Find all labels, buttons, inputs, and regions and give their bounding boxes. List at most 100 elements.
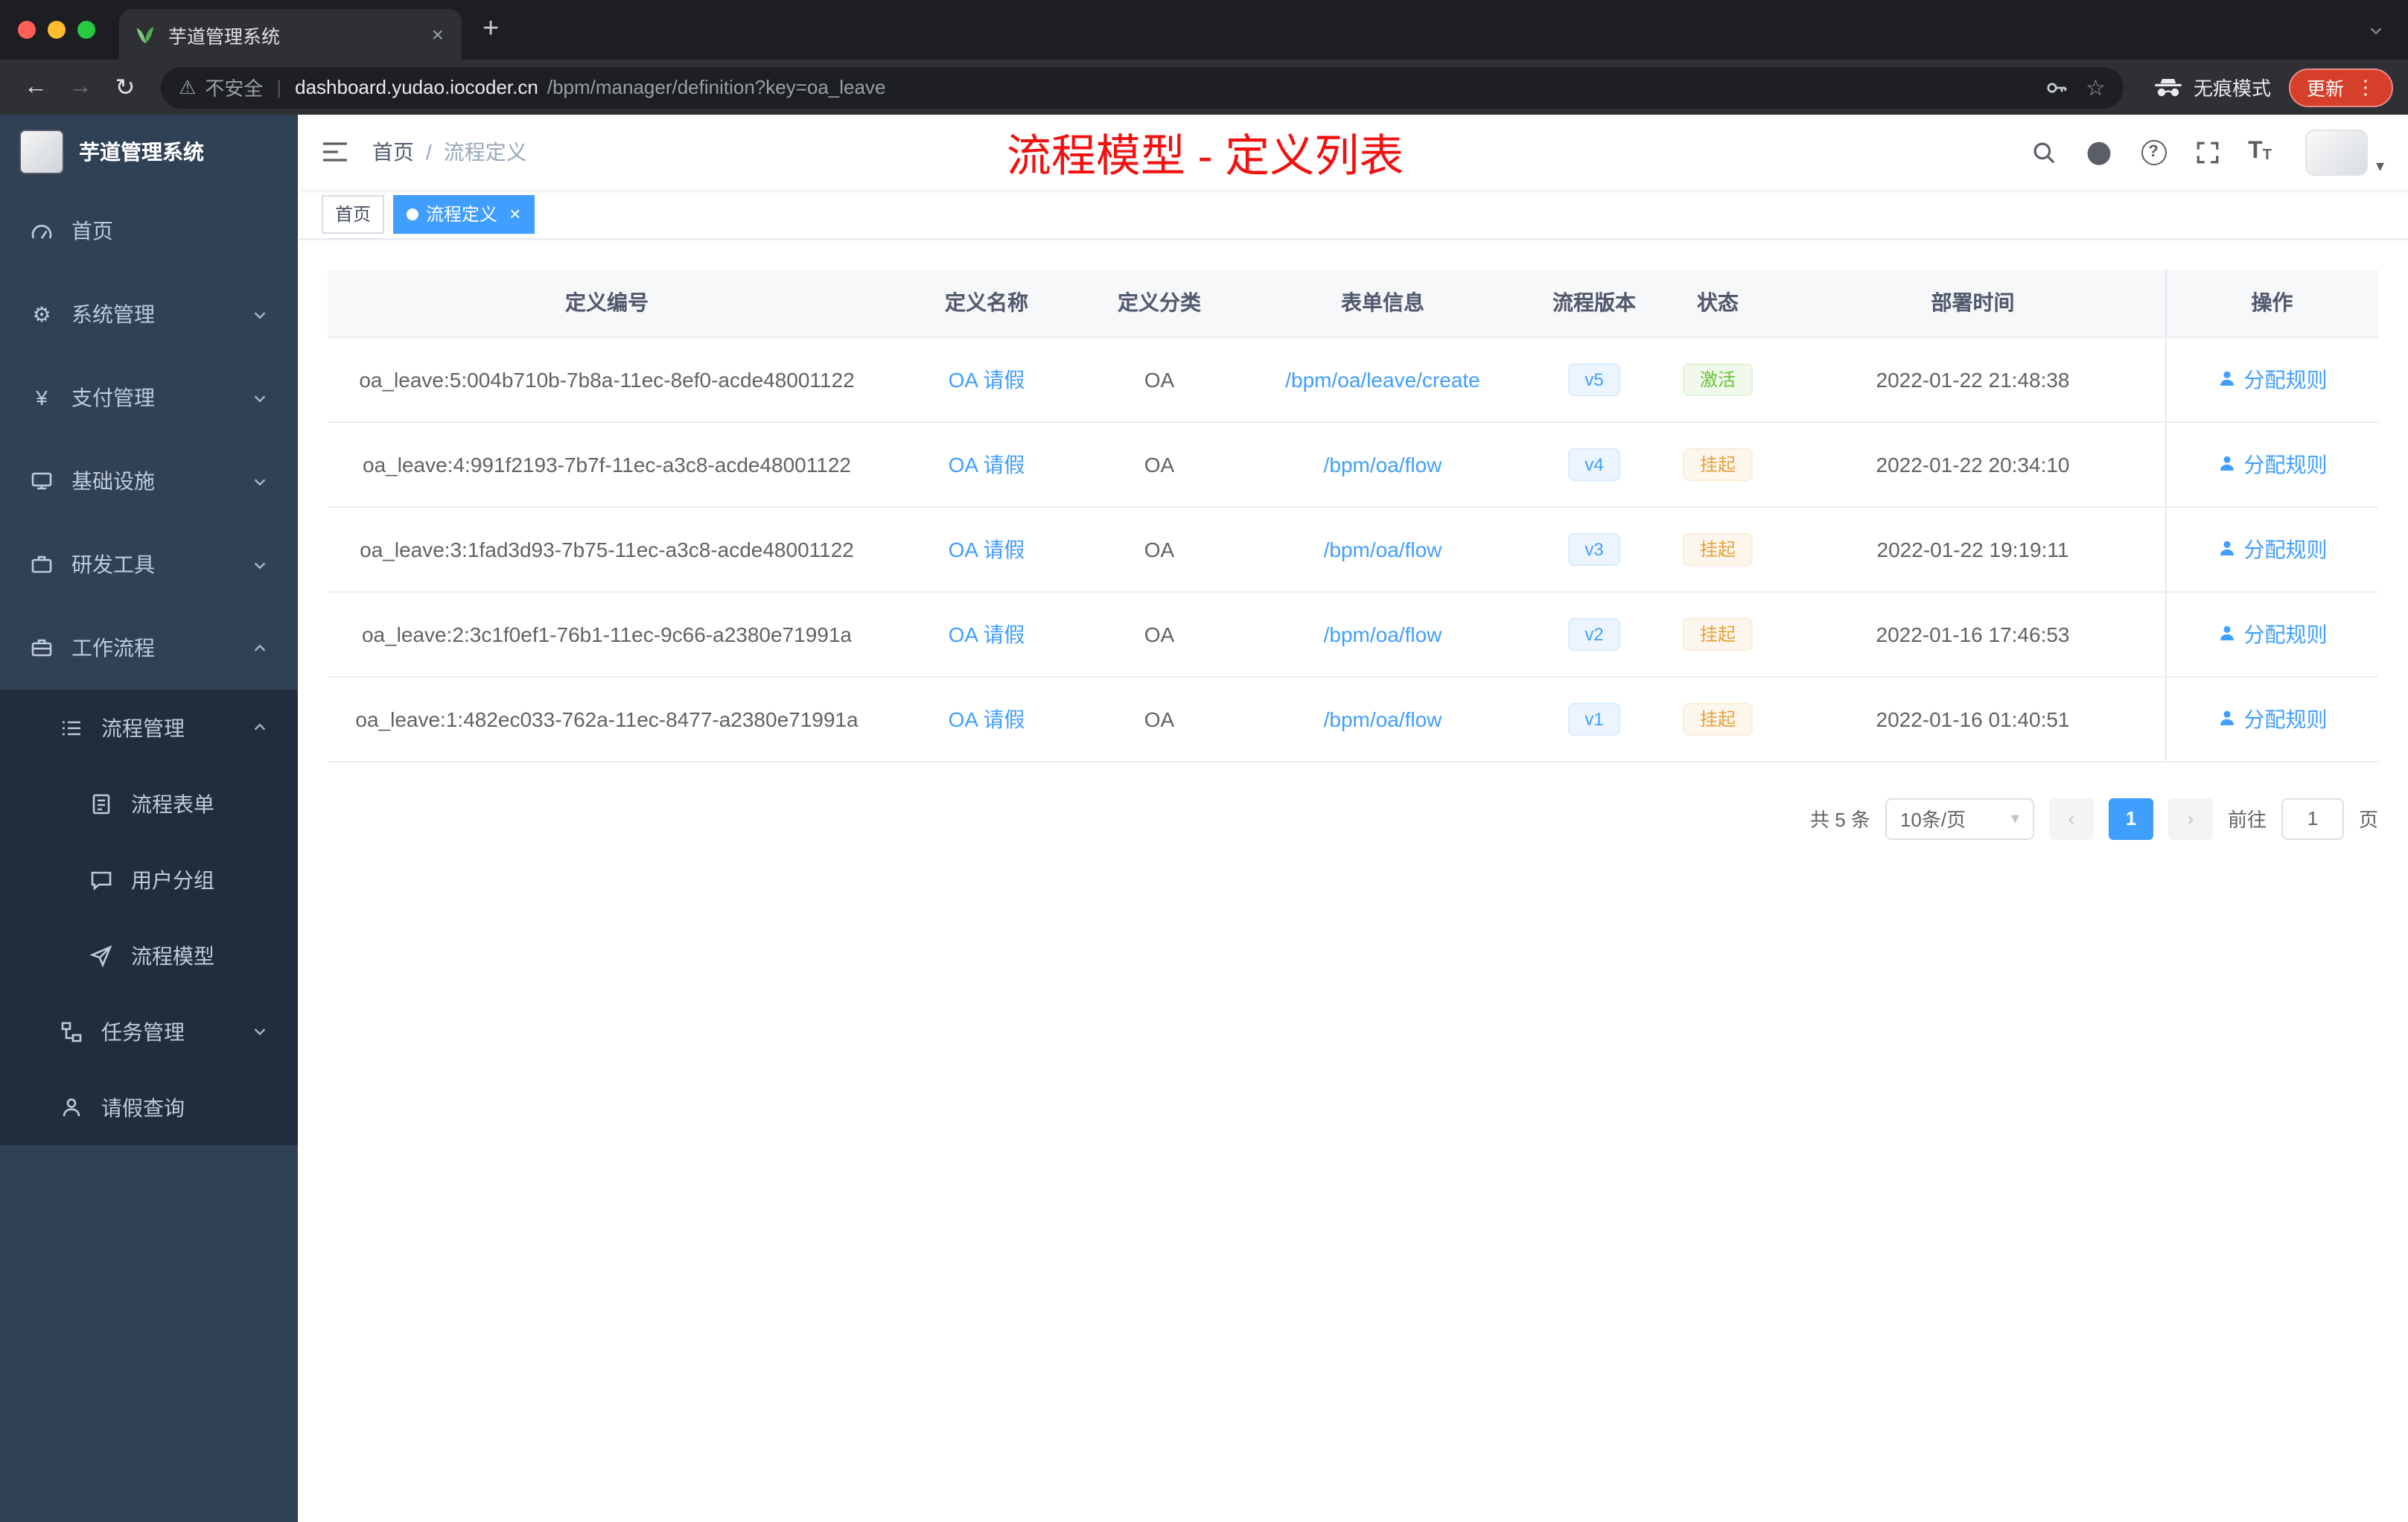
caret-down-icon: ▾ — [2375, 157, 2384, 175]
content-area: 定义编号 定义名称 定义分类 表单信息 流程版本 状态 部署时间 操作 oa_l — [298, 240, 2408, 1522]
fullscreen-icon[interactable] — [2194, 139, 2220, 165]
browser-update-button[interactable]: 更新 ⋮ — [2288, 68, 2393, 106]
font-size-icon[interactable]: TT — [2248, 139, 2272, 164]
browser-tab-strip: 芋道管理系统 × + — [0, 0, 2408, 60]
next-page-button[interactable]: › — [2167, 797, 2213, 839]
version-badge: v4 — [1568, 448, 1620, 480]
form-info-link[interactable]: /bpm/oa/flow — [1324, 707, 1442, 730]
assign-rule-link[interactable]: 分配规则 — [2217, 619, 2328, 649]
cell-definition-id: oa_leave:2:3c1f0ef1-76b1-11ec-9c66-a2380… — [328, 591, 886, 677]
cell-category: OA — [1087, 506, 1232, 592]
url-host[interactable]: dashboard.yudao.iocoder.cn — [295, 76, 538, 98]
sidebar-item-home[interactable]: 首页 — [0, 189, 298, 273]
chevron-down-icon — [2370, 27, 2382, 34]
caret-down-icon: ▾ — [2010, 810, 2019, 828]
security-label[interactable]: 不安全 — [205, 73, 263, 101]
screen: 芋道管理系统 × + ← → ↻ ⚠ 不安全 | dashboard.yudao… — [0, 0, 2408, 1522]
sidebar: 芋道管理系统 首页 ⚙ 系统管理 ¥ 支付管理 基础设施 研发工具 工作流程 流… — [0, 115, 298, 1522]
sidebar-logo[interactable]: 芋道管理系统 — [0, 115, 298, 189]
assign-rule-link[interactable]: 分配规则 — [2217, 704, 2328, 733]
browser-tab[interactable]: 芋道管理系统 × — [119, 9, 462, 60]
person-icon — [2220, 456, 2234, 471]
tab-close-icon[interactable]: × — [429, 22, 447, 46]
toolbox-icon — [31, 555, 52, 573]
cell-deploy-time: 2022-01-22 21:48:38 — [1781, 337, 2165, 422]
tag-process-definition[interactable]: 流程定义 × — [393, 194, 535, 233]
form-info-link[interactable]: /bpm/oa/flow — [1324, 622, 1442, 646]
status-badge: 挂起 — [1683, 702, 1752, 735]
form-info-link[interactable]: /bpm/oa/leave/create — [1285, 367, 1480, 391]
bookmark-star-icon[interactable]: ☆ — [2086, 74, 2106, 101]
document-icon — [92, 793, 110, 814]
forward-button[interactable]: → — [60, 74, 101, 101]
search-icon[interactable] — [2030, 139, 2056, 165]
window-zoom-button[interactable] — [77, 21, 95, 39]
incognito-badge: 无痕模式 — [2153, 73, 2271, 101]
browser-menu-icon[interactable]: ⋮ — [2356, 75, 2375, 99]
window-close-button[interactable] — [18, 21, 36, 39]
definition-name-link[interactable]: OA 请假 — [949, 537, 1025, 561]
definition-name-link[interactable]: OA 请假 — [949, 452, 1025, 476]
definition-name-link[interactable]: OA 请假 — [949, 622, 1025, 646]
sidebar-item-process-form[interactable]: 流程表单 — [0, 765, 298, 841]
security-warning-icon[interactable]: ⚠ — [179, 75, 196, 99]
org-chart-icon — [61, 1021, 82, 1042]
definition-name-link[interactable]: OA 请假 — [949, 367, 1025, 391]
sidebar-item-process-model[interactable]: 流程模型 — [0, 917, 298, 993]
active-tag-dot — [407, 208, 419, 220]
assign-rule-link[interactable]: 分配规则 — [2217, 364, 2328, 394]
sidebar-item-payment[interactable]: ¥ 支付管理 — [0, 356, 298, 439]
table-header-row: 定义编号 定义名称 定义分类 表单信息 流程版本 状态 部署时间 操作 — [328, 270, 2378, 337]
sidebar-item-workflow[interactable]: 工作流程 — [0, 606, 298, 690]
person-icon — [2220, 541, 2234, 555]
paper-plane-icon — [89, 944, 112, 967]
current-page-button[interactable]: 1 — [2108, 797, 2153, 839]
pagination-total: 共 5 条 — [1810, 809, 1870, 831]
tag-home[interactable]: 首页 — [322, 194, 385, 233]
sidebar-item-system[interactable]: ⚙ 系统管理 — [0, 273, 298, 356]
goto-page-input[interactable] — [2281, 797, 2344, 839]
tab-title: 芋道管理系统 — [168, 26, 281, 47]
help-icon[interactable]: ? — [2141, 139, 2167, 165]
address-bar[interactable]: ⚠ 不安全 | dashboard.yudao.iocoder.cn/bpm/m… — [161, 66, 2124, 108]
sidebar-collapse-icon[interactable] — [322, 140, 348, 164]
sidebar-item-infrastructure[interactable]: 基础设施 — [0, 439, 298, 523]
sidebar-item-task-management[interactable]: 任务管理 — [0, 993, 298, 1069]
breadcrumb-separator: / — [426, 140, 432, 164]
avatar[interactable] — [2305, 129, 2369, 175]
password-key-icon[interactable] — [2044, 75, 2068, 99]
version-badge: v1 — [1568, 702, 1620, 735]
version-badge: v2 — [1568, 617, 1620, 650]
cell-category: OA — [1087, 591, 1232, 677]
col-process-version: 流程版本 — [1534, 270, 1654, 337]
form-info-link[interactable]: /bpm/oa/flow — [1324, 452, 1442, 476]
assign-rule-link[interactable]: 分配规则 — [2217, 534, 2328, 564]
form-info-link[interactable]: /bpm/oa/flow — [1324, 537, 1442, 561]
page-size-select[interactable]: 10条/页 ▾ — [1885, 797, 2034, 839]
person-icon — [2220, 625, 2234, 640]
sidebar-item-user-group[interactable]: 用户分组 — [0, 841, 298, 917]
tag-close-icon[interactable]: × — [509, 203, 520, 225]
back-button[interactable]: ← — [15, 74, 57, 101]
new-tab-button[interactable]: + — [462, 13, 520, 46]
breadcrumb-home[interactable]: 首页 — [372, 137, 414, 167]
version-badge: v3 — [1568, 532, 1620, 565]
github-icon[interactable] — [2084, 138, 2112, 166]
reload-button[interactable]: ↻ — [104, 72, 146, 102]
sidebar-item-devtools[interactable]: 研发工具 — [0, 523, 298, 606]
url-path[interactable]: /bpm/manager/definition?key=oa_leave — [547, 76, 886, 98]
sidebar-item-leave-query[interactable]: 请假查询 — [0, 1069, 298, 1145]
omnibox-divider: | — [276, 76, 282, 98]
sidebar-item-process-management[interactable]: 流程管理 — [0, 690, 298, 765]
assign-rule-link[interactable]: 分配规则 — [2217, 449, 2328, 479]
page-unit-label: 页 — [2358, 809, 2378, 831]
tab-search-button[interactable] — [2344, 22, 2408, 38]
prev-page-button[interactable]: ‹ — [2048, 797, 2094, 839]
definition-name-link[interactable]: OA 请假 — [949, 707, 1025, 730]
col-actions: 操作 — [2165, 270, 2378, 337]
breadcrumb: 首页 / 流程定义 — [372, 137, 527, 167]
user-menu[interactable]: ▾ — [2305, 129, 2384, 175]
window-minimize-button[interactable] — [48, 21, 66, 39]
col-deploy-time: 部署时间 — [1781, 270, 2165, 337]
update-label: 更新 — [2306, 79, 2344, 100]
